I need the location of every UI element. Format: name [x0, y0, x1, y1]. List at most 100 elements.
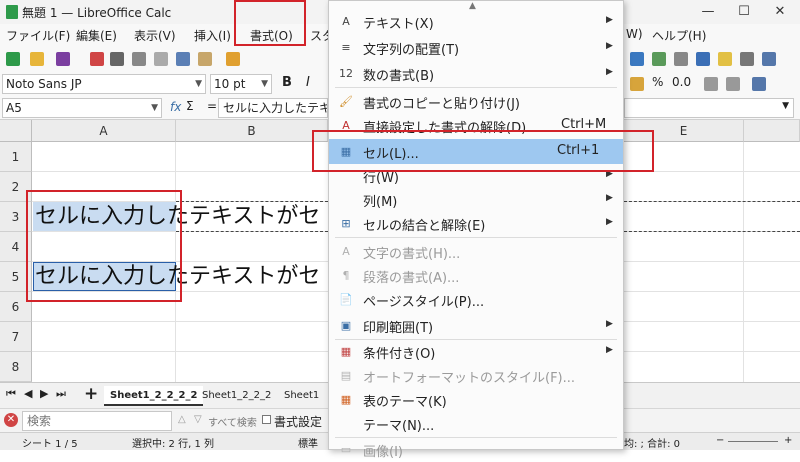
- text-icon: A: [342, 15, 350, 28]
- first-sheet-button[interactable]: ⏮: [6, 387, 16, 401]
- menu-item-align-text[interactable]: ≡ 文字列の配置(T) ▶: [329, 35, 623, 60]
- menu-edit[interactable]: 編集(E): [76, 27, 117, 44]
- print-preview-icon[interactable]: [132, 52, 146, 66]
- close-button[interactable]: ✕: [762, 0, 798, 24]
- menu-item-table-theme[interactable]: ▦ 表のテーマ(K): [329, 387, 623, 412]
- menu-item-autoformat: ▤ オートフォーマットのスタイル(F)...: [329, 363, 623, 388]
- menu-view[interactable]: 表示(V): [134, 27, 176, 44]
- menu-item-conditional[interactable]: ▦ 条件付き(O) ▶: [329, 339, 623, 364]
- page-style: 標準: [298, 439, 318, 450]
- hyperlink-icon[interactable]: [696, 52, 710, 66]
- add-decimal-icon[interactable]: [704, 77, 718, 91]
- chevron-down-icon: ▼: [261, 79, 268, 89]
- select-all-corner[interactable]: [0, 120, 32, 142]
- sheet-tab-active[interactable]: Sheet1_2_2_2_2: [104, 386, 204, 406]
- menu-item-text[interactable]: A テキスト(X) ▶: [329, 9, 623, 34]
- menu-help[interactable]: ヘルプ(H): [652, 27, 706, 44]
- expand-formula-icon[interactable]: ▼: [782, 101, 789, 111]
- italic-button[interactable]: I: [306, 75, 310, 90]
- save-icon[interactable]: [56, 52, 70, 66]
- new-document-icon[interactable]: [6, 52, 20, 66]
- formula-input[interactable]: セルに入力したテキス: [218, 98, 328, 118]
- delete-decimal-icon[interactable]: [726, 77, 740, 91]
- previous-sheet-button[interactable]: ◀: [24, 387, 32, 400]
- row-header-7[interactable]: 7: [0, 322, 32, 352]
- row-header-1[interactable]: 1: [0, 142, 32, 172]
- menu-insert[interactable]: 挿入(I): [194, 27, 231, 44]
- clone-format-icon[interactable]: [226, 52, 240, 66]
- menu-item-theme[interactable]: テーマ(N)...: [329, 411, 623, 436]
- zoom-out-icon[interactable]: −: [716, 435, 724, 446]
- zoom-in-icon[interactable]: +: [784, 435, 792, 446]
- find-previous-icon[interactable]: △: [178, 414, 186, 425]
- column-header-f[interactable]: [744, 120, 800, 142]
- menu-item-label: 表のテーマ(K): [363, 395, 447, 410]
- submenu-arrow-icon: ▶: [606, 217, 613, 227]
- bold-button[interactable]: B: [282, 75, 292, 90]
- menu-separator: [335, 87, 617, 88]
- row-header-8[interactable]: 8: [0, 352, 32, 382]
- paintbrush-icon: 🖌: [339, 95, 353, 108]
- next-sheet-button[interactable]: ▶: [40, 387, 48, 400]
- submenu-arrow-icon: ▶: [606, 319, 613, 329]
- menu-item-print-ranges[interactable]: ▣ 印刷範囲(T) ▶: [329, 313, 623, 338]
- pivot-table-icon[interactable]: [652, 52, 666, 66]
- menu-item-clone-format[interactable]: 🖌 書式のコピーと貼り付け(J): [329, 89, 623, 114]
- name-box-value: A5: [6, 101, 22, 115]
- submenu-arrow-icon: ▶: [606, 15, 613, 25]
- find-next-icon[interactable]: ▽: [194, 414, 202, 425]
- align-icon: ≡: [341, 41, 351, 54]
- minimize-button[interactable]: —: [690, 0, 726, 24]
- print-icon[interactable]: [110, 52, 124, 66]
- borders-icon[interactable]: [752, 77, 766, 91]
- menu-file[interactable]: ファイル(F): [6, 27, 70, 44]
- find-input[interactable]: [22, 411, 172, 431]
- find-all-button[interactable]: すべて検索: [208, 414, 257, 429]
- define-print-area-icon[interactable]: [762, 52, 776, 66]
- close-find-icon[interactable]: ✕: [4, 413, 18, 427]
- menu-item-label: 印刷範囲(T): [363, 321, 434, 336]
- column-header-b[interactable]: B: [176, 120, 328, 142]
- last-sheet-button[interactable]: ⏭: [56, 387, 66, 401]
- grid-line: [743, 142, 744, 382]
- headers-footers-icon[interactable]: [740, 52, 754, 66]
- open-folder-icon[interactable]: [30, 52, 44, 66]
- annotation-box-cells: [26, 190, 182, 302]
- sheet-tab[interactable]: Sheet1_2_2_2: [196, 386, 277, 406]
- maximize-button[interactable]: ☐: [726, 0, 762, 24]
- menu-item-label: オートフォーマットのスタイル(F)...: [363, 371, 576, 386]
- copy-icon[interactable]: [176, 52, 190, 66]
- format-checkbox[interactable]: [262, 415, 271, 424]
- export-pdf-icon[interactable]: [90, 52, 104, 66]
- decimal-format-button[interactable]: 0.0: [672, 75, 691, 89]
- font-name-combo[interactable]: Noto Sans JP ▼: [2, 74, 206, 94]
- menu-item-number-format[interactable]: 12 数の書式(B) ▶: [329, 61, 623, 86]
- cut-icon[interactable]: [154, 52, 168, 66]
- percent-button[interactable]: %: [652, 75, 663, 89]
- format-checkbox-label: 書式設定: [274, 415, 323, 429]
- special-character-icon[interactable]: [674, 52, 688, 66]
- paste-icon[interactable]: [198, 52, 212, 66]
- add-sheet-button[interactable]: +: [84, 384, 98, 404]
- zoom-slider[interactable]: [728, 441, 778, 442]
- menu-window[interactable]: W): [626, 27, 643, 41]
- currency-icon[interactable]: [630, 77, 644, 91]
- sum-button[interactable]: Σ: [186, 99, 194, 113]
- name-box[interactable]: A5 ▼: [2, 98, 162, 118]
- sheet-tab[interactable]: Sheet1: [278, 386, 328, 406]
- menu-item-label: 列(M): [363, 195, 398, 210]
- function-wizard-button[interactable]: fx: [170, 100, 181, 114]
- menu-item-columns[interactable]: 列(M) ▶: [329, 187, 623, 212]
- formula-button[interactable]: =: [207, 99, 217, 113]
- menu-separator: [335, 237, 617, 238]
- menu-item-label: 段落の書式(A)...: [363, 271, 460, 286]
- comment-icon[interactable]: [718, 52, 732, 66]
- menu-item-merge-cells[interactable]: ⊞ セルの結合と解除(E) ▶: [329, 211, 623, 236]
- column-header-a[interactable]: A: [32, 120, 176, 142]
- font-size-combo[interactable]: 10 pt ▼: [210, 74, 272, 94]
- chevron-down-icon: ▼: [195, 79, 202, 89]
- insert-chart-icon[interactable]: [630, 52, 644, 66]
- menu-item-page-style[interactable]: 📄 ページスタイル(P)...: [329, 287, 623, 312]
- formula-input-extension[interactable]: ▼: [624, 98, 794, 118]
- menu-item-label: 画像(I): [363, 445, 403, 460]
